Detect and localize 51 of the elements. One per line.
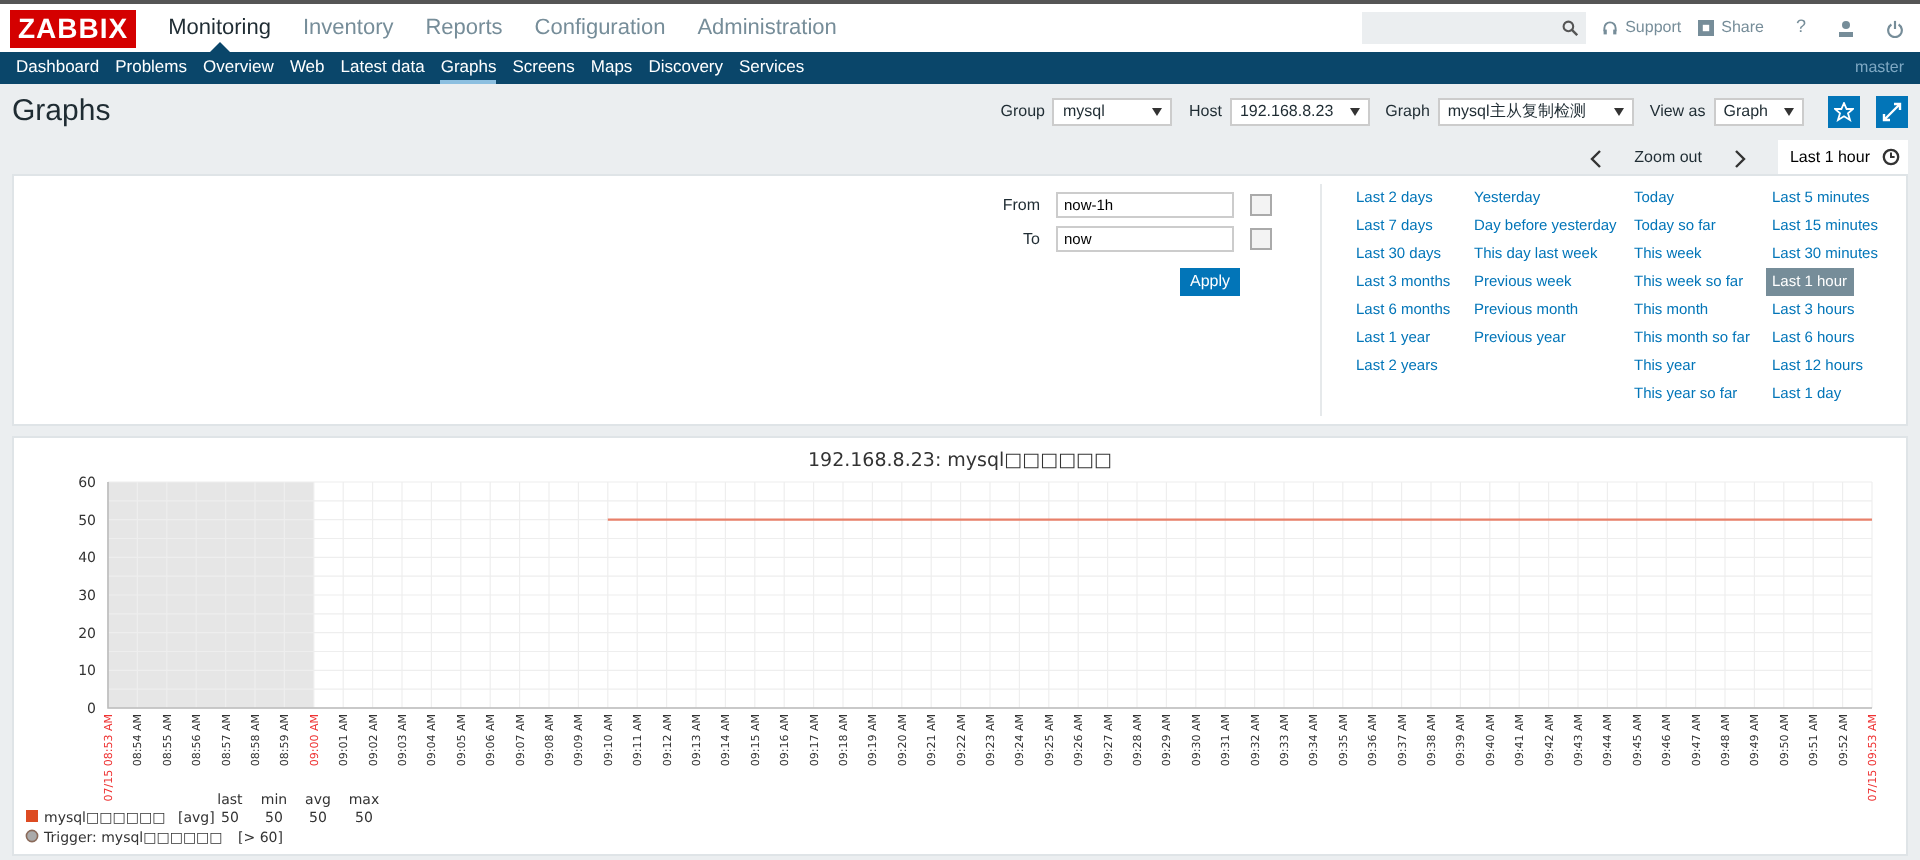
submenu-tab[interactable]: Graphs <box>440 52 497 84</box>
favourite-button[interactable] <box>1828 96 1860 128</box>
trigger-icon <box>25 829 39 843</box>
filter-select[interactable]: mysql主从复制检测 <box>1437 98 1634 126</box>
filter-label: Graph <box>1385 100 1430 124</box>
header-link[interactable]: Share <box>1697 16 1764 40</box>
share-icon <box>1697 20 1714 36</box>
menu-tab[interactable]: Administration <box>697 4 837 52</box>
submenu-tab[interactable]: Dashboard <box>16 52 100 84</box>
page-title: Graphs <box>12 94 111 130</box>
submenu-tab[interactable]: Discovery <box>648 52 723 84</box>
filter-select[interactable]: Graph <box>1713 98 1804 126</box>
menu-tab[interactable]: Reports <box>425 4 503 52</box>
zoom-out-button[interactable]: Zoom out <box>1634 145 1702 169</box>
caret-icon <box>1784 108 1794 116</box>
filter-label: View as <box>1649 100 1706 124</box>
submenu-tab[interactable]: Latest data <box>340 52 425 84</box>
power-icon[interactable] <box>1886 19 1904 37</box>
caret-icon <box>1349 108 1360 116</box>
submenu-tab[interactable]: Services <box>739 52 805 84</box>
field-label: To <box>1023 227 1040 251</box>
apply-button[interactable]: Apply <box>1179 268 1240 296</box>
calendar-icon[interactable] <box>1250 228 1272 250</box>
time-tab[interactable]: Last 1 hour <box>1777 140 1908 174</box>
submenu-tab[interactable]: Overview <box>203 52 274 84</box>
user-icon[interactable] <box>1838 19 1854 37</box>
clock-icon <box>1882 148 1900 166</box>
menu-tab[interactable]: Inventory <box>302 4 394 52</box>
help-link[interactable]: ? <box>1795 14 1806 42</box>
fullscreen-button[interactable] <box>1876 96 1908 128</box>
chart-title: 192.168.8.23: mysql□□□□□□ <box>807 450 1113 472</box>
headset-icon <box>1601 20 1618 36</box>
submenu-tab[interactable]: Maps <box>590 52 633 84</box>
caret-icon <box>1152 108 1163 116</box>
caret-icon <box>1613 108 1624 116</box>
menu-tab[interactable]: Configuration <box>534 4 666 52</box>
search-icon <box>1561 20 1578 36</box>
header-link[interactable]: Support <box>1601 16 1682 40</box>
submenu-tab[interactable]: Web <box>289 52 325 84</box>
filter-select[interactable]: 192.168.8.23 <box>1229 98 1370 126</box>
user-name: master <box>1855 56 1904 80</box>
submenu-tab[interactable]: Screens <box>512 52 575 84</box>
filter-label: Host <box>1188 100 1222 124</box>
submenu-tab[interactable]: Problems <box>115 52 187 84</box>
menu-tab[interactable]: Monitoring <box>168 4 271 52</box>
field-label: From <box>1002 193 1040 217</box>
filter-label: Group <box>1000 100 1045 124</box>
search-field[interactable] <box>1361 12 1586 44</box>
calendar-icon[interactable] <box>1250 194 1272 216</box>
filter-select[interactable]: mysql <box>1052 98 1173 126</box>
logo[interactable]: ZABBIX <box>10 9 137 47</box>
